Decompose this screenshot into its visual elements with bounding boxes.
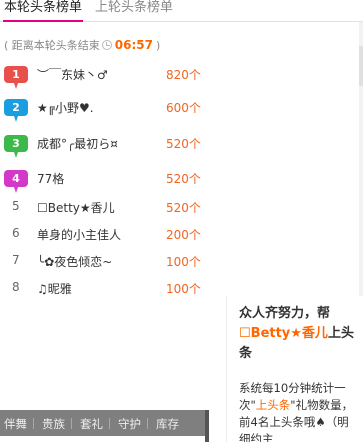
scrollbar-thumb[interactable] <box>359 46 363 86</box>
ranking-user-name[interactable]: ╰✿夜色倾恋~ <box>37 253 112 270</box>
rank-badge-3: 3 <box>4 135 28 158</box>
ranking-user-name[interactable]: 成都°╭最初ら¤ <box>37 135 118 152</box>
gift-category-bar: 伴舞 贵族 套礼 守护 库存 <box>0 410 205 436</box>
ranking-user-name[interactable]: ☐Betty★香儿 <box>37 199 115 216</box>
ranking-row[interactable]: 3 成都°╭最初ら¤ 520个 <box>0 133 210 160</box>
divider <box>33 418 34 429</box>
ranking-gift-count: 520个 <box>166 172 201 186</box>
tab-current-round[interactable]: 本轮头条榜单 <box>3 0 84 22</box>
tab-inventory[interactable]: 库存 <box>156 416 179 432</box>
ranking-row[interactable]: 2 ★╔小野♥. 600个 <box>0 97 210 124</box>
rank-badge-2: 2 <box>4 99 28 122</box>
ranking-row[interactable]: 7 ╰✿夜色倾恋~ 100个 <box>0 251 210 278</box>
ranking-user-name[interactable]: 77格 <box>37 170 64 187</box>
tip-body: 系统每10分钟统计一次"上头条"礼物数量，前4名上头条哦♠（明细约主 <box>239 381 354 442</box>
ranking-user-name[interactable]: ︶￣东妹丶♂ <box>37 66 108 83</box>
tab-guard[interactable]: 守护 <box>118 416 141 432</box>
ranking-row[interactable]: 1 ︶￣东妹丶♂ 820个 <box>0 64 210 91</box>
ranking-user-name[interactable]: 单身的小主佳人 <box>37 226 121 243</box>
ranking-row[interactable]: 8 ♫昵雅 100个 <box>0 278 210 305</box>
bottom-bar-edge <box>205 410 209 442</box>
rank-number: 6 <box>12 226 20 240</box>
divider <box>71 418 72 429</box>
divider <box>147 418 148 429</box>
ranking-user-name[interactable]: ★╔小野♥. <box>37 99 94 116</box>
rank-number: 8 <box>12 280 20 294</box>
ranking-gift-count: 100个 <box>166 282 201 296</box>
rank-badge-4: 4 <box>4 170 28 193</box>
ranking-gift-count: 600个 <box>166 101 201 115</box>
clock-icon <box>101 40 112 50</box>
countdown-suffix: ) <box>156 38 161 52</box>
ranking-gift-count: 200个 <box>166 228 201 242</box>
rank-number: 7 <box>12 253 20 267</box>
tip-highlight-user[interactable]: ☐Betty★香儿 <box>239 326 328 341</box>
ranking-gift-count: 100个 <box>166 255 201 269</box>
tip-gift-link[interactable]: 上头条 <box>256 398 291 412</box>
tab-noble[interactable]: 贵族 <box>42 416 65 432</box>
rank-number: 5 <box>12 199 20 213</box>
countdown-time: 06:57 <box>114 38 153 52</box>
headline-tip-box: 众人齐努力，帮☐Betty★香儿上头条 系统每10分钟统计一次"上头条"礼物数量… <box>226 296 363 442</box>
ranking-gift-count: 820个 <box>166 68 201 82</box>
countdown: ( 距离本轮头条结束 06:57 ) <box>4 37 160 53</box>
ranking-row[interactable]: 4 77格 520个 <box>0 168 210 195</box>
rank-badge-1: 1 <box>4 66 28 89</box>
tab-previous-round[interactable]: 上轮头条榜单 <box>95 0 173 22</box>
tab-dance[interactable]: 伴舞 <box>4 416 27 432</box>
countdown-prefix: ( 距离本轮头条结束 <box>4 39 100 52</box>
ranking-row[interactable]: 6 单身的小主佳人 200个 <box>0 224 210 251</box>
headline-ranking-panel: 本轮头条榜单 上轮头条榜单 ( 距离本轮头条结束 06:57 ) 1 ︶￣东妹丶… <box>0 0 363 442</box>
ranking-gift-count: 520个 <box>166 201 201 215</box>
divider <box>109 418 110 429</box>
tip-title: 众人齐努力，帮☐Betty★香儿上头条 <box>239 306 354 361</box>
tab-gift-set[interactable]: 套礼 <box>80 416 103 432</box>
ranking-gift-count: 520个 <box>166 137 201 151</box>
ranking-user-name[interactable]: ♫昵雅 <box>37 280 72 297</box>
ranking-row[interactable]: 5 ☐Betty★香儿 520个 <box>0 197 210 224</box>
ranking-tabs: 本轮头条榜单 上轮头条榜单 <box>0 0 363 22</box>
